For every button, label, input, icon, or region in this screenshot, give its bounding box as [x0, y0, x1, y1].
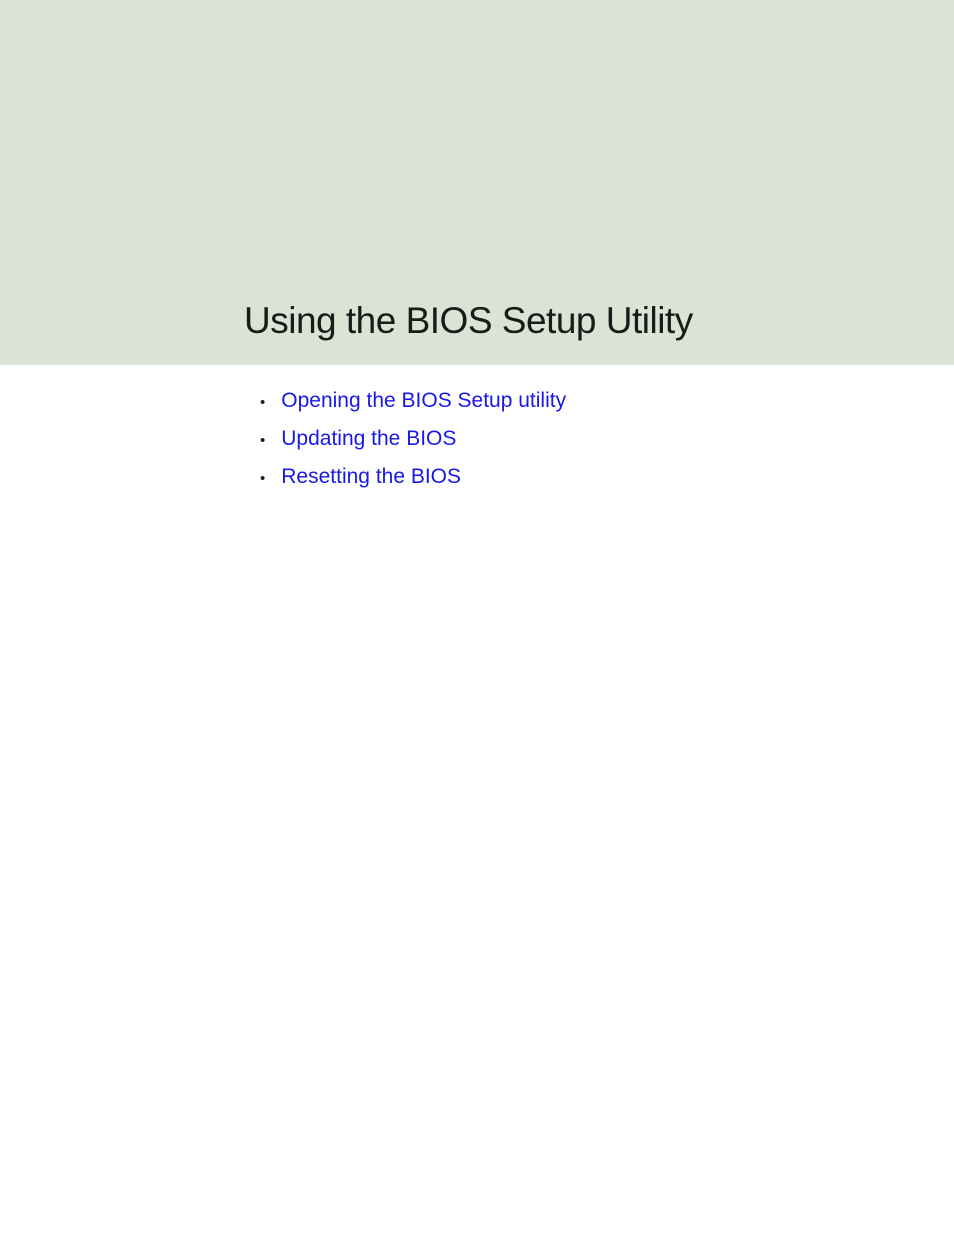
- bullet-icon: •: [260, 395, 265, 410]
- toc-link-updating[interactable]: Updating the BIOS: [281, 427, 456, 451]
- toc-item: • Resetting the BIOS: [260, 465, 954, 489]
- bullet-icon: •: [260, 471, 265, 486]
- toc-item: • Opening the BIOS Setup utility: [260, 389, 954, 413]
- toc-item: • Updating the BIOS: [260, 427, 954, 451]
- header-band: Using the BIOS Setup Utility: [0, 0, 954, 365]
- bullet-icon: •: [260, 433, 265, 448]
- toc-link-opening[interactable]: Opening the BIOS Setup utility: [281, 389, 566, 413]
- toc-list: • Opening the BIOS Setup utility • Updat…: [260, 389, 954, 489]
- toc-link-resetting[interactable]: Resetting the BIOS: [281, 465, 461, 489]
- content-area: • Opening the BIOS Setup utility • Updat…: [0, 365, 954, 489]
- page-title: Using the BIOS Setup Utility: [244, 300, 693, 342]
